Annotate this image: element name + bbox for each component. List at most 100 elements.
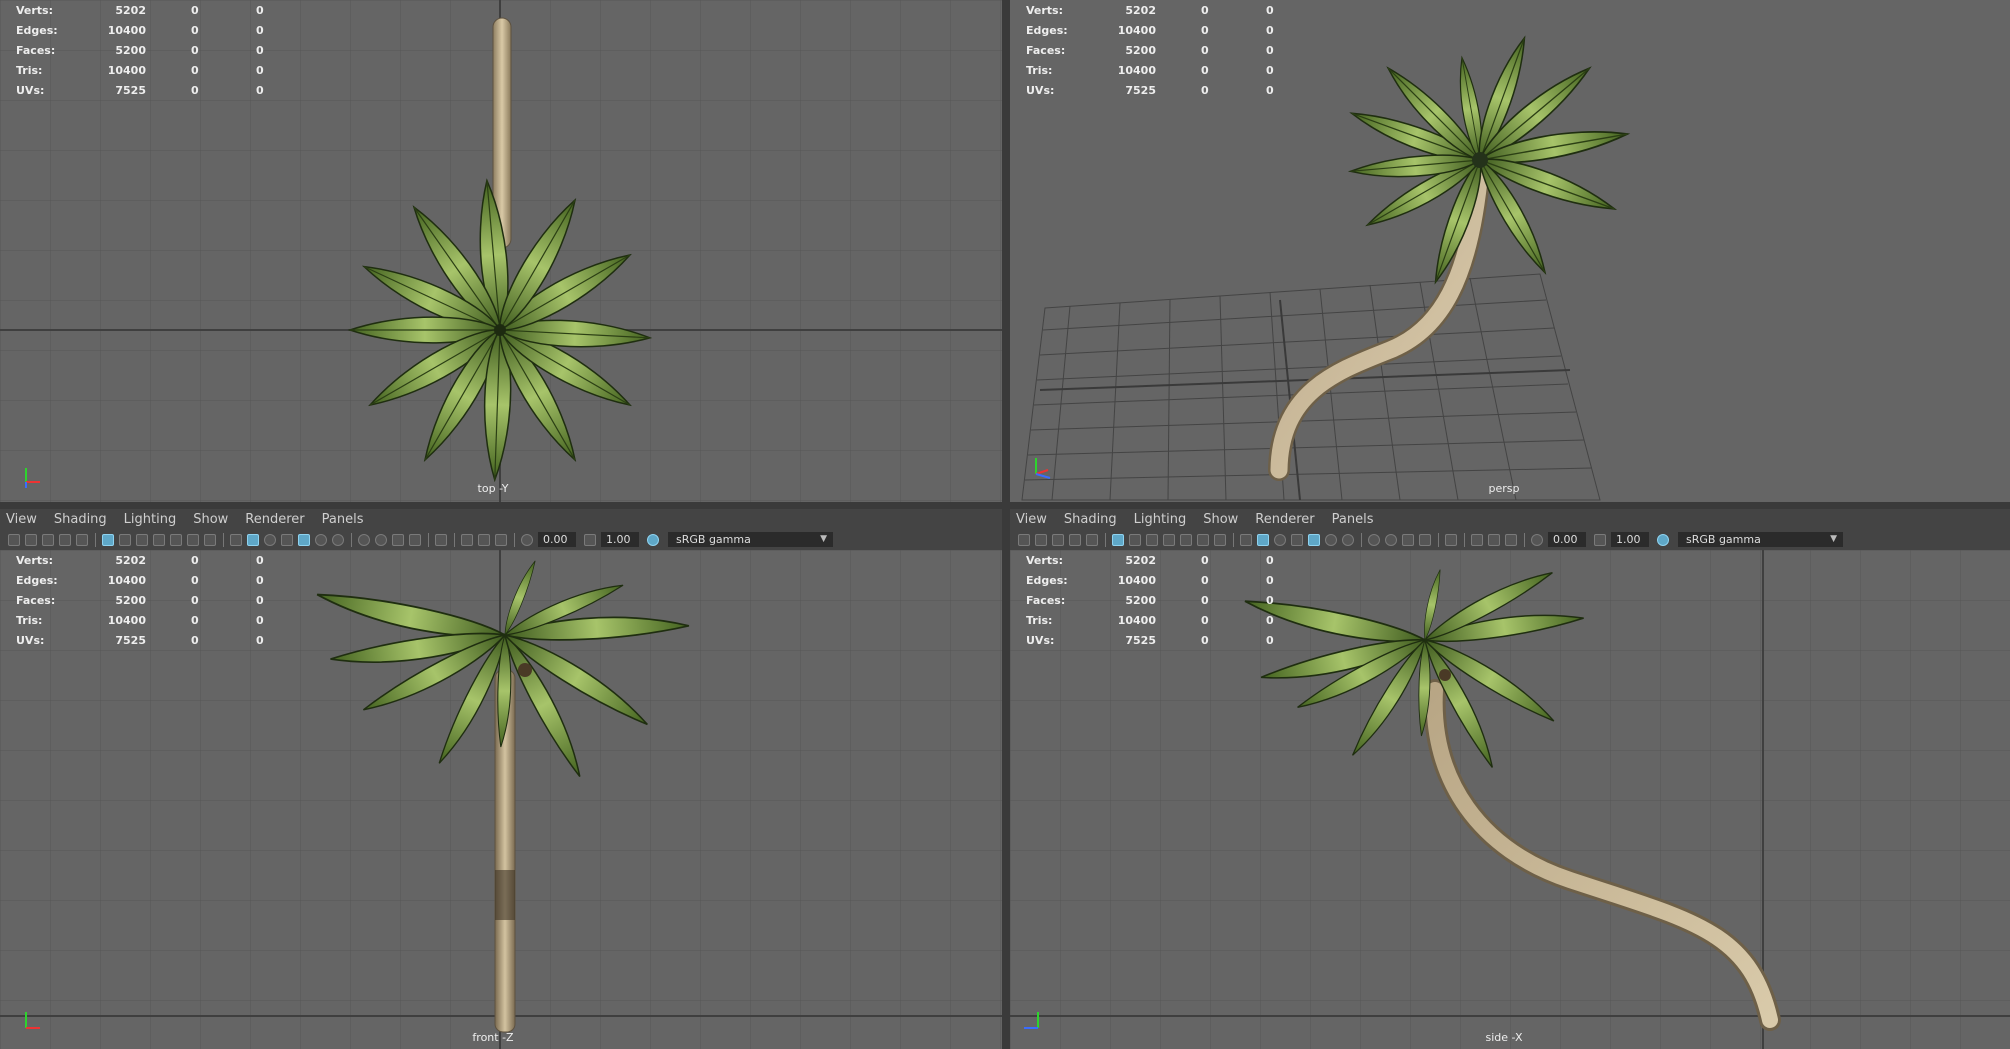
viewport-persp[interactable]: Verts: 5202 0 0 Edges: 10400 0 0 Faces: 5200 0 0 … [1010,0,2010,502]
camera-attributes-icon[interactable] [25,533,37,546]
viewport-front[interactable]: Verts: 5202 0 0 Edges: 10400 0 0 Faces: 5200 0 0 … [0,550,1002,1049]
viewport-label-persp: persp [1488,482,1520,495]
gamma-field[interactable]: 1.00 [1611,532,1649,547]
menu-lighting[interactable]: Lighting [124,512,177,527]
backface-culling-icon[interactable] [495,533,507,546]
ambient-occlusion-icon[interactable] [332,533,344,546]
bookmark-icon[interactable] [42,533,54,546]
menu-panels[interactable]: Panels [1332,512,1374,527]
menu-view[interactable]: View [1016,512,1047,527]
grid-toggle-icon[interactable] [1112,533,1124,546]
chevron-down-icon: ▼ [820,534,827,544]
backface-culling-icon[interactable] [1505,533,1517,546]
menu-renderer[interactable]: Renderer [245,512,304,527]
menu-show[interactable]: Show [193,512,228,527]
wireframe-on-shaded-icon[interactable] [1274,533,1286,546]
isolate-select-icon[interactable] [1445,533,1457,546]
viewport-side[interactable]: Verts: 5202 0 0 Edges: 10400 0 0 Faces: 5200 0 0 … [1010,550,2010,1049]
field-chart-icon[interactable] [170,533,182,546]
stats-hud-front: Verts: 5202 0 0 Edges: 10400 0 0 Faces: 5200 0 0 … [16,554,276,654]
field-chart-icon[interactable] [1180,533,1192,546]
xray-joints-icon[interactable] [1471,533,1483,546]
image-plane-icon[interactable] [59,533,71,546]
shadows-icon[interactable] [1325,533,1337,546]
resolution-gate-icon[interactable] [136,533,148,546]
bookmark-icon[interactable] [1052,533,1064,546]
wireframe-icon[interactable] [1240,533,1252,546]
menu-view[interactable]: View [6,512,37,527]
stat-row-tris: Tris: 10400 0 0 [1026,614,1274,627]
grease-pencil-icon[interactable] [1086,533,1098,546]
color-management-icon[interactable] [647,533,659,546]
xray-active-icon[interactable] [1488,533,1500,546]
safe-title-icon[interactable] [204,533,216,546]
xray-icon[interactable] [1419,533,1431,546]
camera-icon[interactable] [1018,533,1030,546]
stats-hud-top: Verts: 5202 0 0 Edges: 10400 0 0 Faces: 5200 0 0 … [16,4,276,104]
menu-shading[interactable]: Shading [54,512,107,527]
camera-icon[interactable] [8,533,20,546]
ambient-occlusion-icon[interactable] [1342,533,1354,546]
view-transform-dropdown[interactable]: sRGB gamma ▼ [1678,532,1843,547]
textured-icon[interactable] [1291,533,1303,546]
axis-gizmo-icon [1024,1012,1039,1029]
stat-row-uvs: UVs: 7525 0 0 [16,634,264,647]
safe-action-icon[interactable] [187,533,199,546]
anti-aliasing-icon[interactable] [1385,533,1397,546]
viewport-label-side: side -X [1485,1031,1523,1044]
stat-row-verts: Verts: 5202 0 0 [1026,554,1274,567]
textured-icon[interactable] [281,533,293,546]
panel-menubar-side: View Shading Lighting Show Renderer Pane… [1010,509,2010,530]
film-gate-icon[interactable] [1129,533,1141,546]
xray-icon[interactable] [409,533,421,546]
xray-active-icon[interactable] [478,533,490,546]
stat-row-faces: Faces: 5200 0 0 [16,594,264,607]
menu-panels[interactable]: Panels [322,512,364,527]
shadows-icon[interactable] [315,533,327,546]
exposure-icon[interactable] [1531,533,1543,546]
viewport-divider-vertical[interactable] [1002,0,1010,1049]
gate-mask-icon[interactable] [1163,533,1175,546]
grid-toggle-icon[interactable] [102,533,114,546]
exposure-icon[interactable] [521,533,533,546]
color-management-icon[interactable] [1657,533,1669,546]
stat-row-verts: Verts: 5202 0 0 [1026,4,1274,17]
depth-of-field-icon[interactable] [392,533,404,546]
viewport-top[interactable]: Verts: 5202 0 0 Edges: 10400 0 0 Faces: 5200 0 0 … [0,0,1002,502]
depth-of-field-icon[interactable] [1402,533,1414,546]
isolate-select-icon[interactable] [435,533,447,546]
smooth-shade-icon[interactable] [1257,533,1269,546]
wireframe-icon[interactable] [230,533,242,546]
anti-aliasing-icon[interactable] [375,533,387,546]
xray-joints-icon[interactable] [461,533,473,546]
image-plane-icon[interactable] [1069,533,1081,546]
resolution-gate-icon[interactable] [1146,533,1158,546]
film-gate-icon[interactable] [119,533,131,546]
grease-pencil-icon[interactable] [76,533,88,546]
gamma-icon[interactable] [1594,533,1606,546]
stat-row-faces: Faces: 5200 0 0 [1026,594,1274,607]
menu-lighting[interactable]: Lighting [1134,512,1187,527]
use-lights-icon[interactable] [298,533,310,546]
safe-action-icon[interactable] [1197,533,1209,546]
stat-row-tris: Tris: 10400 0 0 [16,64,264,77]
gate-mask-icon[interactable] [153,533,165,546]
exposure-field[interactable]: 0.00 [538,532,576,547]
menu-renderer[interactable]: Renderer [1255,512,1314,527]
chevron-down-icon: ▼ [1830,534,1837,544]
motion-blur-icon[interactable] [358,533,370,546]
view-transform-dropdown[interactable]: sRGB gamma ▼ [668,532,833,547]
safe-title-icon[interactable] [1214,533,1226,546]
camera-attributes-icon[interactable] [1035,533,1047,546]
wireframe-on-shaded-icon[interactable] [264,533,276,546]
viewport-label-front: front -Z [472,1031,514,1044]
smooth-shade-icon[interactable] [247,533,259,546]
menu-shading[interactable]: Shading [1064,512,1117,527]
use-lights-icon[interactable] [1308,533,1320,546]
menu-show[interactable]: Show [1203,512,1238,527]
gamma-icon[interactable] [584,533,596,546]
exposure-field[interactable]: 0.00 [1548,532,1586,547]
gamma-field[interactable]: 1.00 [601,532,639,547]
motion-blur-icon[interactable] [1368,533,1380,546]
viewport-divider-horizontal[interactable] [0,502,2010,509]
